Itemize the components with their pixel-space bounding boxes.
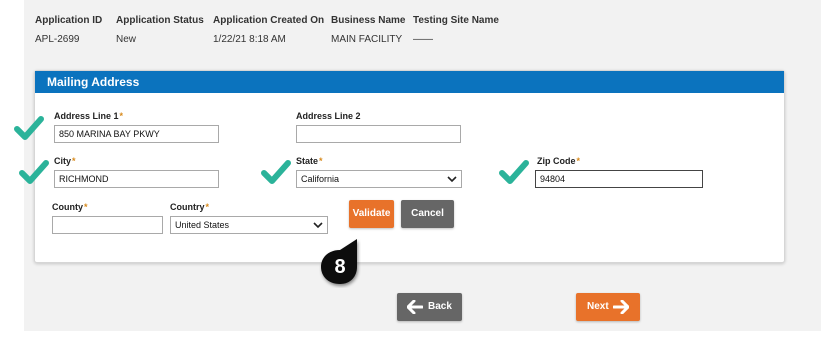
- zip-input[interactable]: 94804: [535, 170, 703, 188]
- country-select[interactable]: United States: [170, 216, 328, 234]
- testing-site-header: Testing Site Name: [413, 15, 499, 26]
- country-label-text: Country: [170, 202, 205, 212]
- address1-input[interactable]: 850 MARINA BAY PKWY: [54, 125, 219, 143]
- business-name-value: MAIN FACILITY: [331, 34, 403, 45]
- required-star-icon: *: [84, 202, 88, 212]
- state-select[interactable]: California: [296, 170, 462, 188]
- app-id-value: APL-2699: [35, 34, 80, 45]
- next-button[interactable]: Next: [576, 293, 640, 321]
- app-status-value: New: [116, 34, 137, 45]
- arrow-left-icon: [407, 300, 423, 314]
- mailing-address-card: Mailing Address Address Line 1* 850 MARI…: [34, 70, 785, 263]
- app-status-header: Application Status: [116, 15, 204, 26]
- city-label: City*: [54, 156, 76, 166]
- chevron-down-icon: [313, 222, 323, 229]
- address1-label: Address Line 1*: [54, 111, 123, 121]
- checkmark-icon: [499, 160, 529, 184]
- back-label: Back: [428, 301, 452, 312]
- city-label-text: City: [54, 156, 72, 166]
- cancel-button[interactable]: Cancel: [401, 200, 454, 228]
- county-input[interactable]: [52, 216, 163, 234]
- required-star-icon: *: [319, 156, 323, 166]
- state-label-text: State: [296, 156, 319, 166]
- required-star-icon: *: [205, 202, 210, 212]
- required-star-icon: *: [72, 156, 76, 166]
- state-label: State*: [296, 156, 323, 166]
- back-button[interactable]: Back: [397, 293, 462, 321]
- mailing-address-title: Mailing Address: [35, 71, 784, 93]
- checkmark-icon: [14, 116, 44, 140]
- zip-label: Zip Code*: [537, 156, 580, 166]
- checkmark-icon: [19, 160, 49, 184]
- state-selected-value: California: [301, 174, 340, 184]
- application-info-bar: Application ID APL-2699 Application Stat…: [0, 0, 821, 60]
- testing-site-value: ——: [413, 34, 433, 45]
- step-number: 8: [334, 256, 346, 278]
- country-selected-value: United States: [175, 220, 230, 230]
- chevron-down-icon: [447, 176, 457, 183]
- business-name-header: Business Name: [331, 15, 406, 26]
- address1-label-text: Address Line 1: [54, 111, 119, 121]
- app-id-header: Application ID: [35, 15, 103, 26]
- next-label: Next: [587, 301, 609, 312]
- arrow-right-icon: [613, 300, 629, 314]
- step-number-badge: 8: [319, 238, 361, 288]
- country-label: Country*: [170, 202, 209, 212]
- app-created-value: 1/22/21 8:18 AM: [213, 34, 286, 45]
- validate-button[interactable]: Validate: [349, 200, 394, 228]
- county-label-text: County: [52, 202, 83, 212]
- checkmark-icon: [261, 160, 291, 184]
- app-created-header: Application Created On: [213, 15, 325, 26]
- required-star-icon: *: [576, 156, 581, 166]
- zip-label-text: Zip Code: [537, 156, 576, 166]
- required-star-icon: *: [119, 111, 124, 121]
- county-label: County*: [52, 202, 88, 212]
- address2-label: Address Line 2: [296, 111, 361, 121]
- city-input[interactable]: RICHMOND: [54, 170, 219, 188]
- address2-input[interactable]: [296, 125, 461, 143]
